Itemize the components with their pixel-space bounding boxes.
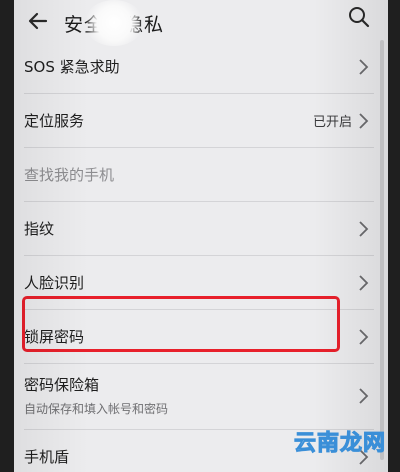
item-description: 自动保存和填入帐号和密码 <box>24 402 169 416</box>
find-my-phone-item: 查找我的手机 <box>24 148 374 202</box>
search-icon[interactable] <box>346 4 372 30</box>
face-recognition-item[interactable]: 人脸识别 <box>24 256 374 310</box>
item-label: 定位服务 <box>24 112 85 130</box>
settings-list: SOS 紧急求助 定位服务 已开启 查找我的手机 指纹 人脸识别 锁屏密码 密码… <box>14 40 388 472</box>
chevron-right-icon <box>359 59 369 75</box>
item-label: SOS 紧急求助 <box>24 58 120 76</box>
fingerprint-item[interactable]: 指纹 <box>24 202 374 256</box>
location-service-item[interactable]: 定位服务 已开启 <box>24 94 374 148</box>
item-label: 密码保险箱 <box>24 376 100 394</box>
watermark: 云南龙网 <box>293 431 386 457</box>
item-label: 查找我的手机 <box>24 166 115 184</box>
chevron-right-icon <box>359 329 369 345</box>
sos-emergency-item[interactable]: SOS 紧急求助 <box>24 40 374 94</box>
chevron-right-icon <box>359 221 369 237</box>
chevron-right-icon <box>359 388 369 404</box>
item-label: 指纹 <box>24 220 55 238</box>
phone-screen: 安全和隐私 SOS 紧急求助 定位服务 已开启 查找我的手机 指纹 人脸识别 锁… <box>14 0 388 472</box>
lock-screen-password-item[interactable]: 锁屏密码 <box>24 310 374 364</box>
status-value: 已开启 <box>312 115 352 130</box>
item-label: 锁屏密码 <box>24 328 85 346</box>
chevron-right-icon <box>359 275 369 291</box>
item-label: 手机盾 <box>24 448 70 466</box>
arrow-left-icon[interactable] <box>24 6 54 36</box>
app-header: 安全和隐私 <box>14 0 388 40</box>
password-vault-item[interactable]: 密码保险箱 自动保存和填入帐号和密码 <box>24 364 374 430</box>
page-title: 安全和隐私 <box>64 14 165 36</box>
chevron-right-icon <box>359 113 369 129</box>
scrollbar[interactable] <box>380 40 384 460</box>
item-label: 人脸识别 <box>24 274 85 292</box>
